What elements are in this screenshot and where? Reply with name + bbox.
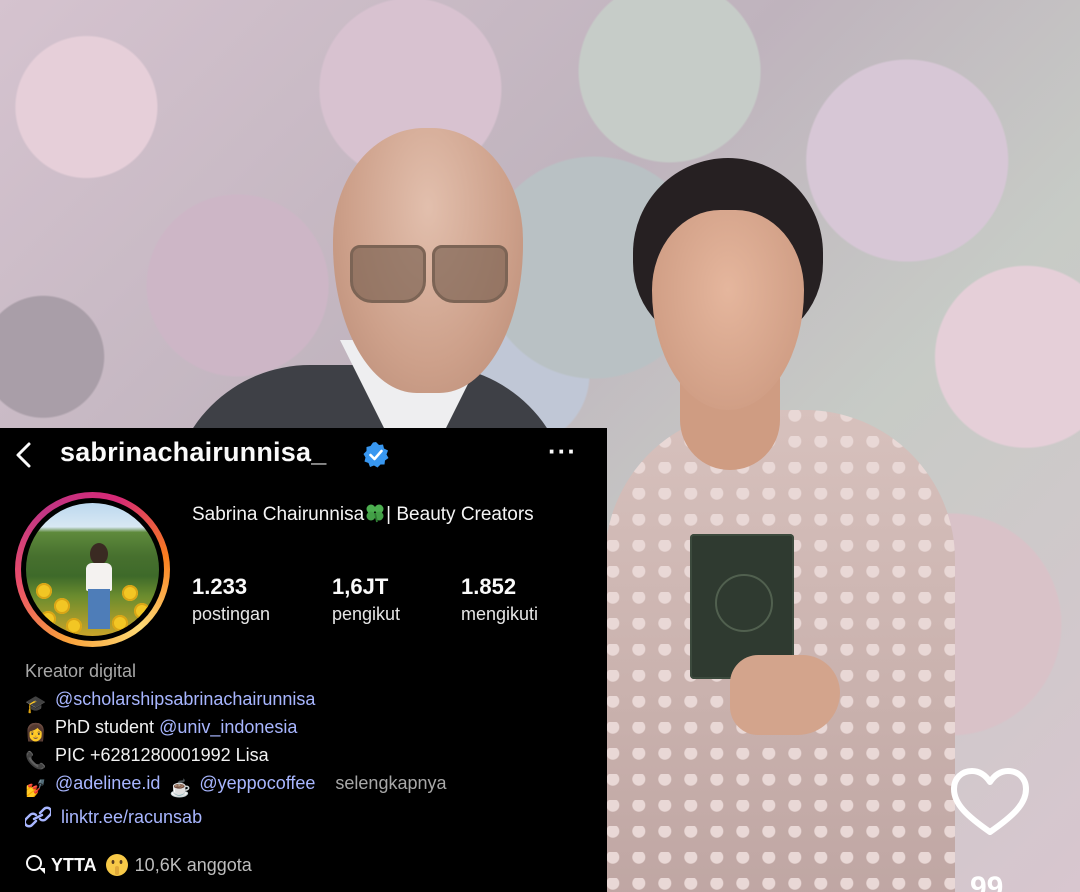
bio-link-adelinee[interactable]: @adelinee.id: [55, 773, 160, 793]
external-link[interactable]: linktr.ee/racunsab: [25, 806, 202, 828]
external-link-text: linktr.ee/racunsab: [61, 807, 203, 827]
profile-header: sabrinachairunnisa_ ···: [0, 428, 607, 482]
bio-link-university[interactable]: @univ_indonesia: [159, 717, 297, 737]
channel-members: 10,6K anggota: [134, 855, 252, 875]
coffee-icon: ☕: [169, 779, 191, 798]
broadcast-channel[interactable]: YTTA 10,6K anggota: [25, 853, 252, 877]
full-name: Sabrina Chairunnisa | Beauty Creators: [192, 504, 534, 525]
username: sabrinachairunnisa_: [60, 437, 327, 467]
channel-icon: [26, 855, 45, 874]
back-icon[interactable]: [12, 440, 36, 470]
stat-following[interactable]: 1.852 mengikuti: [461, 573, 538, 627]
category-label: Kreator digital: [25, 661, 137, 681]
stat-label: postingan: [192, 604, 271, 624]
link-icon: [25, 806, 51, 828]
avatar[interactable]: [26, 503, 159, 636]
nail-polish-icon: 💅: [25, 779, 47, 798]
stat-posts[interactable]: 1.233 postingan: [192, 573, 270, 627]
hand: [730, 655, 840, 735]
heart-icon[interactable]: [949, 766, 1031, 838]
stat-value: 1,6JT: [332, 574, 389, 599]
shushing-face-icon: [105, 854, 128, 876]
avatar-person: [84, 543, 114, 629]
bio: Kreator digital 🎓 @scholarshipsabrinachai…: [25, 657, 605, 798]
see-more-link[interactable]: selengkapnya: [335, 773, 446, 793]
like-count: 99: [970, 871, 1004, 892]
more-options-icon[interactable]: ···: [548, 436, 577, 467]
bio-link-yeppocoffee[interactable]: @yeppocoffee: [199, 773, 315, 793]
stat-value: 1.852: [461, 574, 517, 599]
stat-label: mengikuti: [461, 604, 539, 624]
story-ring[interactable]: [15, 492, 170, 647]
channel-name: YTTA: [51, 855, 97, 875]
verified-icon: [363, 442, 389, 468]
stat-value: 1.233: [192, 574, 248, 599]
bio-text-phd: PhD student: [55, 717, 160, 737]
bio-text-contact: PIC +6281280001992 Lisa: [55, 745, 269, 765]
sunglasses: [350, 245, 508, 303]
stat-followers[interactable]: 1,6JT pengikut: [332, 573, 400, 627]
clover-icon: [366, 504, 384, 523]
stat-label: pengikut: [332, 604, 401, 624]
bio-link-scholarship[interactable]: @scholarshipsabrinachairunnisa: [55, 689, 315, 709]
instagram-profile-panel: sabrinachairunnisa_ ··· Sabrina Chairunn…: [0, 428, 607, 892]
woman-face: [652, 210, 804, 410]
